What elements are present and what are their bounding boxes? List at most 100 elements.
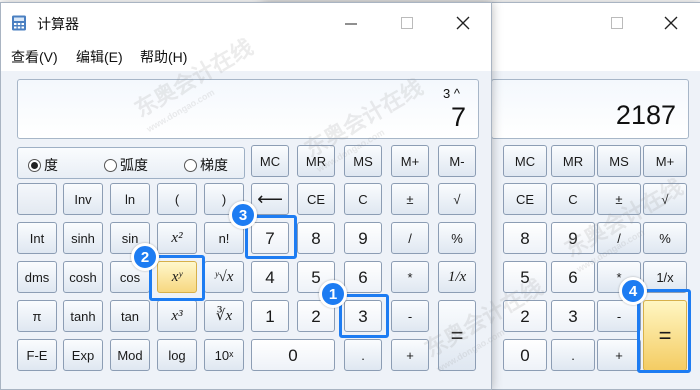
ms-button[interactable]: MS bbox=[597, 145, 641, 177]
digit-8-button[interactable]: 8 bbox=[297, 222, 335, 254]
radio-degrees-label: 度 bbox=[44, 157, 58, 173]
title-bar: 计算器 bbox=[1, 3, 491, 41]
callout-badge-1: 1 bbox=[319, 280, 347, 308]
callout-badge-4: 4 bbox=[619, 277, 647, 305]
ce-button[interactable]: CE bbox=[297, 183, 335, 215]
ln-button[interactable]: ln bbox=[110, 183, 150, 215]
callout-box-1 bbox=[339, 294, 389, 338]
decimal-button[interactable]: . bbox=[551, 339, 595, 371]
close-icon bbox=[456, 16, 470, 30]
add-button[interactable]: + bbox=[597, 339, 641, 371]
inv-button[interactable]: Inv bbox=[63, 183, 103, 215]
ms-button[interactable]: MS bbox=[344, 145, 382, 177]
display: 3 ^ 7 bbox=[17, 79, 479, 139]
left-paren-button[interactable]: ( bbox=[157, 183, 197, 215]
pi-button[interactable]: π bbox=[17, 300, 57, 332]
blank-key bbox=[17, 183, 57, 215]
sinh-button[interactable]: sinh bbox=[63, 222, 103, 254]
calculator-window: 计算器 查看(V) 编辑(E) 帮助(H) 3 ^ 7 度 弧度 梯度 MC M… bbox=[0, 2, 492, 390]
x-cubed-button[interactable]: x³ bbox=[157, 300, 197, 332]
callout-box-4 bbox=[637, 289, 691, 373]
mr-button[interactable]: MR bbox=[551, 145, 595, 177]
digit-6-button[interactable]: 6 bbox=[551, 261, 595, 293]
display-history: 3 ^ bbox=[443, 86, 460, 101]
plus-minus-button[interactable]: ± bbox=[391, 183, 429, 215]
digit-9-button[interactable]: 9 bbox=[344, 222, 382, 254]
y-root-x-button[interactable]: ʸ√x bbox=[204, 261, 244, 293]
radio-grads[interactable]: 梯度 bbox=[184, 155, 228, 175]
angle-unit-group: 度 弧度 梯度 bbox=[17, 147, 245, 179]
equals-button[interactable]: = bbox=[438, 300, 476, 371]
maximize-icon bbox=[401, 17, 413, 29]
close-button[interactable] bbox=[451, 11, 475, 35]
digit-9-button[interactable]: 9 bbox=[551, 222, 595, 254]
mr-button[interactable]: MR bbox=[297, 145, 335, 177]
clear-button[interactable]: C bbox=[344, 183, 382, 215]
digit-6-button[interactable]: 6 bbox=[344, 261, 382, 293]
cube-root-button[interactable]: ∛x bbox=[204, 300, 244, 332]
mc-button[interactable]: MC bbox=[251, 145, 289, 177]
digit-4-button[interactable]: 4 bbox=[251, 261, 289, 293]
digit-0-button[interactable]: 0 bbox=[503, 339, 547, 371]
cosh-button[interactable]: cosh bbox=[63, 261, 103, 293]
divide-button[interactable]: / bbox=[597, 222, 641, 254]
decimal-button[interactable]: . bbox=[344, 339, 382, 371]
multiply-button[interactable]: * bbox=[391, 261, 429, 293]
subtract-button[interactable]: - bbox=[391, 300, 429, 332]
x-squared-button[interactable]: x² bbox=[157, 222, 197, 254]
mc-button[interactable]: MC bbox=[503, 145, 547, 177]
sqrt-button[interactable]: √ bbox=[643, 183, 687, 215]
exp-button[interactable]: Exp bbox=[63, 339, 103, 371]
digit-1-button[interactable]: 1 bbox=[251, 300, 289, 332]
plus-minus-button[interactable]: ± bbox=[597, 183, 641, 215]
window-title: 计算器 bbox=[37, 16, 79, 32]
add-button[interactable]: + bbox=[391, 339, 429, 371]
ce-button[interactable]: CE bbox=[503, 183, 547, 215]
radio-degrees-indicator bbox=[28, 158, 41, 172]
reciprocal-button[interactable]: 1/x bbox=[438, 261, 476, 293]
display-value: 2187 bbox=[615, 100, 676, 130]
percent-button[interactable]: % bbox=[643, 222, 687, 254]
m-plus-button[interactable]: M+ bbox=[643, 145, 687, 177]
m-plus-button[interactable]: M+ bbox=[391, 145, 429, 177]
minimize-icon bbox=[345, 23, 357, 25]
radio-radians-label: 弧度 bbox=[120, 157, 148, 173]
tan-button[interactable]: tan bbox=[110, 300, 150, 332]
sqrt-button[interactable]: √ bbox=[438, 183, 476, 215]
backspace-icon: ⟵ bbox=[257, 189, 283, 209]
menu-help[interactable]: 帮助(H) bbox=[140, 47, 187, 67]
percent-button[interactable]: % bbox=[438, 222, 476, 254]
dms-button[interactable]: dms bbox=[17, 261, 57, 293]
radio-grads-indicator bbox=[184, 158, 197, 172]
menu-edit[interactable]: 编辑(E) bbox=[76, 47, 123, 67]
backspace-button[interactable]: ⟵ bbox=[251, 183, 289, 215]
ten-power-x-button[interactable]: 10ˣ bbox=[204, 339, 244, 371]
display-value: 7 bbox=[450, 102, 466, 132]
radio-radians[interactable]: 弧度 bbox=[104, 155, 148, 175]
digit-5-button[interactable]: 5 bbox=[503, 261, 547, 293]
menu-bar: 查看(V) 编辑(E) 帮助(H) bbox=[1, 41, 491, 71]
int-button[interactable]: Int bbox=[17, 222, 57, 254]
callout-badge-2: 2 bbox=[131, 243, 159, 271]
maximize-icon bbox=[611, 17, 623, 29]
menu-view[interactable]: 查看(V) bbox=[11, 47, 58, 67]
close-icon bbox=[664, 16, 678, 30]
m-minus-button[interactable]: M- bbox=[438, 145, 476, 177]
maximize-button[interactable] bbox=[395, 11, 419, 35]
tanh-button[interactable]: tanh bbox=[63, 300, 103, 332]
clear-button[interactable]: C bbox=[551, 183, 595, 215]
minimize-button[interactable] bbox=[339, 11, 363, 35]
close-button[interactable] bbox=[659, 11, 683, 35]
f-e-button[interactable]: F-E bbox=[17, 339, 57, 371]
digit-2-button[interactable]: 2 bbox=[503, 300, 547, 332]
digit-8-button[interactable]: 8 bbox=[503, 222, 547, 254]
digit-0-button[interactable]: 0 bbox=[251, 339, 335, 371]
log-button[interactable]: log bbox=[157, 339, 197, 371]
calculator-icon bbox=[12, 15, 26, 31]
display: 2187 bbox=[491, 79, 689, 139]
divide-button[interactable]: / bbox=[391, 222, 429, 254]
maximize-button[interactable] bbox=[605, 11, 629, 35]
radio-degrees[interactable]: 度 bbox=[28, 155, 58, 175]
digit-3-button[interactable]: 3 bbox=[551, 300, 595, 332]
mod-button[interactable]: Mod bbox=[110, 339, 150, 371]
